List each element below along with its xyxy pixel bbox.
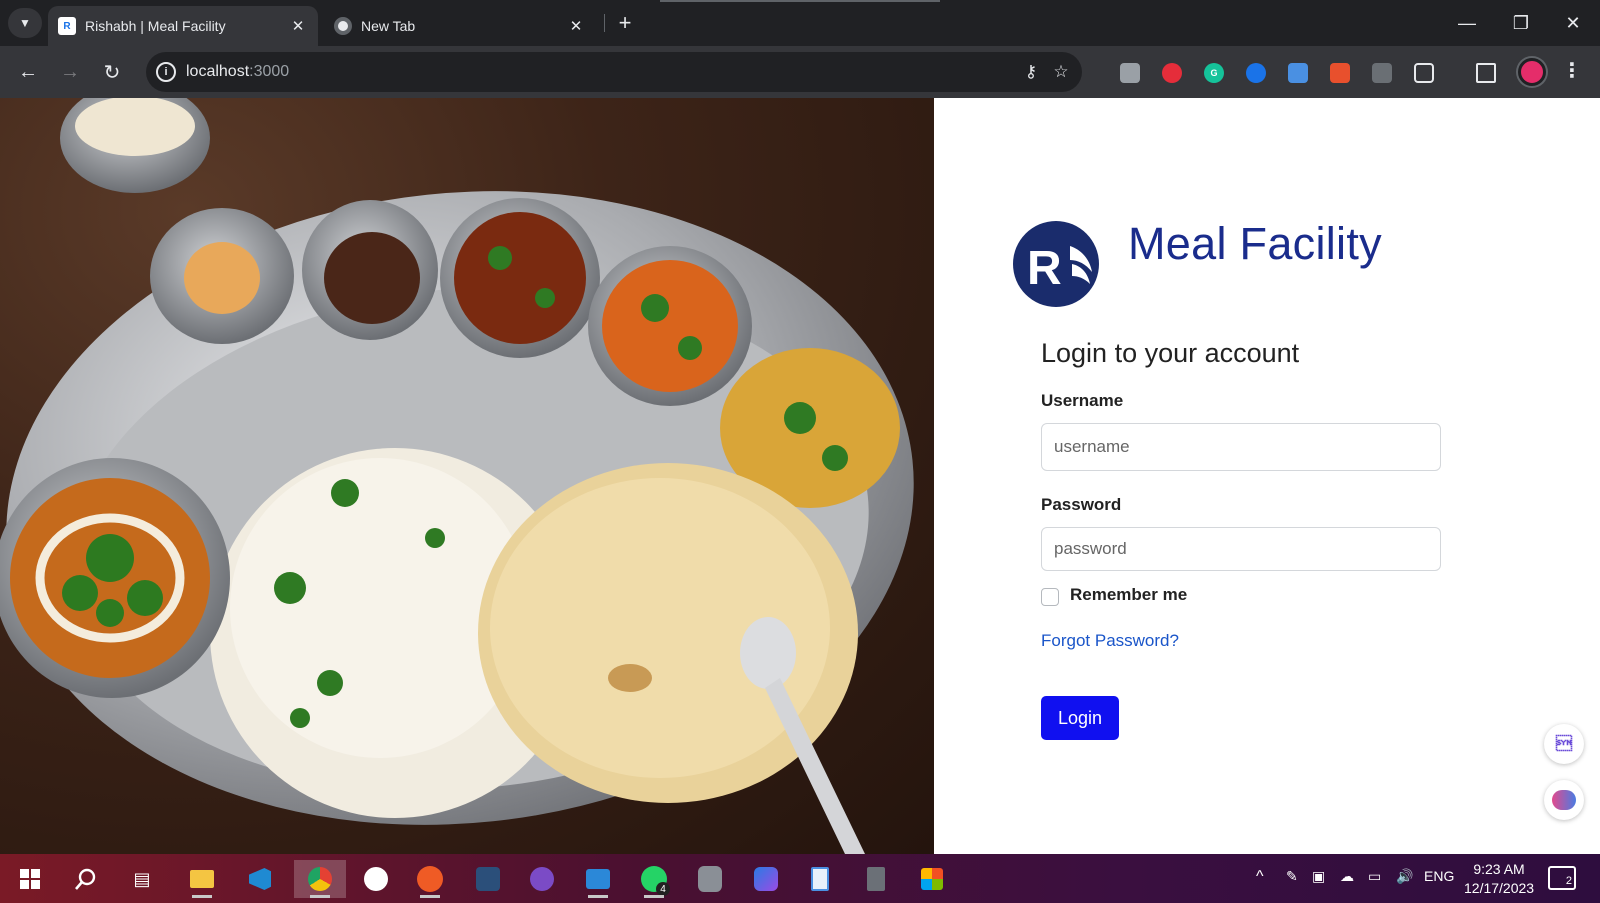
tab-strip-highlight [660,0,940,2]
close-window-button[interactable]: ✕ [1546,0,1600,46]
remember-me-label[interactable]: Remember me [1070,585,1187,605]
extension-orange-icon[interactable] [1330,63,1350,83]
close-tab-icon[interactable]: ✕ [288,17,308,35]
key-icon[interactable]: ⚷ [1020,61,1042,83]
tab-title: New Tab [361,18,416,34]
url-port: :3000 [249,63,290,80]
login-heading: Login to your account [1041,338,1300,368]
notification-count: 2 [1565,875,1572,887]
tab-title: Rishabh | Meal Facility [85,18,226,34]
clock-time: 9:23 AM [1473,861,1525,877]
meet-now-icon[interactable]: ▣ [1312,868,1325,885]
task-view-icon[interactable]: ▤ [122,860,162,898]
notepad-icon[interactable] [800,860,840,898]
search-icon[interactable] [66,860,106,898]
password-input[interactable] [1041,527,1441,571]
tab-meal-facility[interactable]: R Rishabh | Meal Facility ✕ [48,6,318,46]
reload-button[interactable]: ↻ [96,56,128,88]
windows-taskbar: ▤ 4 ^ ✎ ▣ ☁ ▭ 🔊 ENG 9:23 AM 12/17/2023 2 [0,854,1600,903]
username-label: Username [1041,391,1124,410]
login-button[interactable]: Login [1041,696,1119,740]
app-character-icon[interactable] [690,860,730,898]
tray-chevron-up-icon[interactable]: ^ [1256,868,1264,886]
whatsapp-badge: 4 [656,882,670,896]
url-text[interactable]: localhost:3000 [186,63,289,81]
copilot-icon[interactable] [746,860,786,898]
profile-avatar[interactable] [1518,58,1546,86]
new-tab-button[interactable]: + [612,10,638,36]
rb-logo-icon: R [58,17,76,35]
thali-illustration [0,98,914,854]
postman-icon[interactable] [410,860,450,898]
menu-kebab-icon[interactable]: ⋮ [1562,58,1582,83]
extension-chart-icon[interactable] [1372,63,1392,83]
screen: ▼ R Rishabh | Meal Facility ✕ New Tab ✕ … [0,0,1600,903]
media-player-icon[interactable] [578,860,618,898]
speaker-icon[interactable]: 🔊 [1396,868,1413,885]
username-input[interactable] [1041,423,1441,471]
tab-search-button[interactable]: ▼ [8,8,42,38]
password-label: Password [1041,495,1122,514]
extension-blue-circle-icon[interactable] [1246,63,1266,83]
notification-center-icon[interactable]: 2 [1548,866,1576,890]
microsoft-store-icon[interactable] [912,860,952,898]
whatsapp-icon[interactable]: 4 [634,860,674,898]
forward-button[interactable]: → [54,56,86,88]
language-indicator[interactable]: ENG [1424,868,1454,884]
chevron-down-icon: ▼ [19,16,31,30]
pen-icon[interactable]: ✎ [1286,868,1298,885]
address-bar[interactable]: i localhost:3000 ⚷ ☆ [146,52,1082,92]
system-clock[interactable]: 9:23 AM 12/17/2023 [1464,860,1534,898]
calculator-icon[interactable] [856,860,896,898]
star-icon[interactable]: ☆ [1050,61,1072,83]
tab-strip: ▼ R Rishabh | Meal Facility ✕ New Tab ✕ … [0,0,1600,46]
windows-start-icon[interactable] [10,860,50,898]
chrome-icon [334,17,352,35]
restore-button[interactable]: ❐ [1494,0,1548,46]
svg-text:R: R [1027,242,1062,295]
extension-puzzle-card-icon[interactable] [1120,63,1140,83]
side-panel-icon[interactable] [1476,63,1496,83]
url-host: localhost [186,63,250,80]
thali-food-image [0,98,934,854]
browser-toolbar: ← → ↻ i localhost:3000 ⚷ ☆ G ⋮ [0,46,1600,98]
remember-me-checkbox[interactable] [1041,588,1059,606]
extensions-puzzle-icon[interactable] [1414,63,1434,83]
battery-icon[interactable]: ▭ [1368,868,1381,885]
rb-logo: R [1013,221,1099,307]
close-tab-icon[interactable]: ✕ [566,17,586,35]
vscode-icon[interactable] [240,860,280,898]
page-content: R Meal Facility Login to your account Us… [0,98,1600,854]
brain-extension-icon[interactable] [1544,780,1584,820]
tab-new-tab[interactable]: New Tab ✕ [324,6,596,46]
github-desktop-icon[interactable] [522,860,562,898]
onedrive-icon[interactable]: ☁ [1340,868,1354,885]
back-button[interactable]: ← [12,56,44,88]
tab-separator [604,14,605,32]
extension-doc-icon[interactable] [1288,63,1308,83]
minimize-button[interactable]: — [1440,0,1494,46]
file-explorer-icon[interactable] [182,860,222,898]
forgot-password-link[interactable]: Forgot Password? [1041,631,1179,651]
extension-red-icon[interactable] [1162,63,1182,83]
mongodb-compass-icon[interactable] [356,860,396,898]
translate-extension-icon[interactable]:  [1544,724,1584,764]
app-title: Meal Facility [1128,218,1382,269]
grammarly-icon[interactable]: G [1204,63,1224,83]
clock-date: 12/17/2023 [1464,880,1535,896]
site-info-icon[interactable]: i [156,62,176,82]
chrome-taskbar-icon[interactable] [294,860,346,898]
mysql-workbench-icon[interactable] [468,860,508,898]
